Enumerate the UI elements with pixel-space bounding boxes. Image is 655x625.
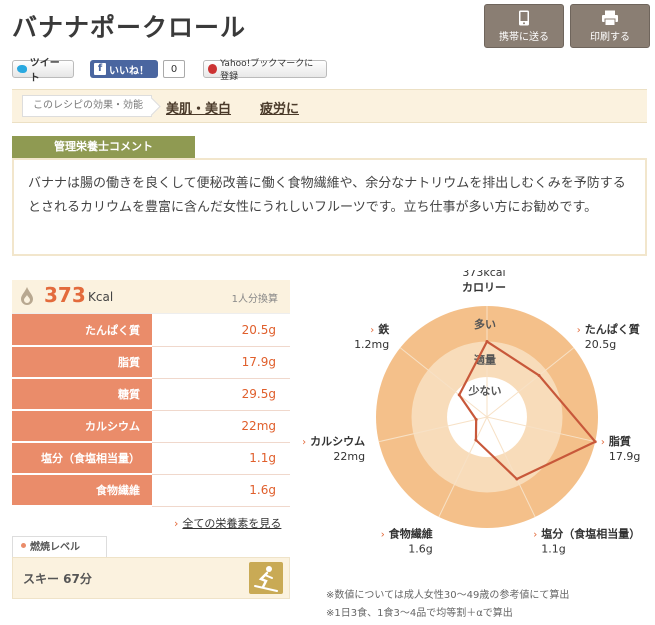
burn-level-tab: 燃焼レベル (12, 536, 107, 558)
radar-axis-value: カロリー (462, 281, 506, 294)
twitter-bird-icon (17, 65, 27, 73)
effect-link-skin[interactable]: 美肌・美白 (166, 98, 231, 117)
nutrient-value: 20.5g (152, 314, 290, 347)
radar-axis-label: 食物繊維 (389, 527, 433, 541)
serving-note: 1人分換算 (231, 294, 278, 305)
facebook-icon: f (94, 63, 106, 75)
printer-icon (602, 10, 618, 26)
chevron-right-icon: › (302, 437, 306, 448)
chevron-right-icon: › (577, 325, 581, 336)
facebook-like-button[interactable]: f いいね！ (90, 60, 158, 78)
send-to-mobile-button[interactable]: 携帯に送る (484, 4, 564, 48)
nutrient-name: 糖質 (12, 378, 152, 411)
footnote: ※数値については成人女性30〜49歳の参考値にて算出 (326, 590, 570, 601)
chevron-right-icon: › (601, 437, 605, 448)
radar-point (485, 340, 489, 344)
radar-axis-value: 1.6g (408, 543, 432, 556)
tweet-label: ツイート (29, 58, 60, 84)
chevron-right-icon: › (381, 530, 385, 541)
nutrient-name: 塩分（食塩相当量） (12, 442, 152, 475)
effects-label: このレシピの効果・効能 (22, 95, 152, 117)
burn-level-label: 燃焼レベル (30, 542, 80, 553)
table-row: たんぱく質 20.5g (12, 314, 290, 347)
radar-axis-label: 鉄 (378, 322, 390, 336)
radar-point (474, 417, 478, 421)
table-row: 食物繊維 1.6g (12, 474, 290, 507)
bullet-icon (21, 543, 26, 548)
send-to-mobile-label: 携帯に送る (499, 32, 549, 43)
burn-level-box: スキー 67分 (12, 557, 290, 599)
table-row: 塩分（食塩相当量） 1.1g (12, 442, 290, 475)
chevron-right-icon: › (370, 325, 374, 336)
calorie-header: 373 Kcal 1人分換算 (12, 280, 290, 314)
nutrient-value: 1.1g (152, 442, 290, 475)
ski-icon (249, 562, 283, 594)
nutrient-value: 17.9g (152, 346, 290, 379)
all-nutrients-link[interactable]: › 全ての栄養素を見る (174, 515, 281, 531)
chevron-right-icon: › (533, 530, 537, 541)
nutrient-value: 22mg (152, 410, 290, 443)
print-label: 印刷する (590, 32, 630, 43)
print-button[interactable]: 印刷する (570, 4, 650, 48)
calorie-value: 373 (44, 283, 86, 307)
radar-axis-label: カルシウム (310, 435, 365, 448)
radar-axis-value: 20.5g (585, 338, 616, 351)
nutrient-name: カルシウム (12, 410, 152, 443)
flame-drop-icon (21, 287, 33, 305)
table-row: カルシウム 22mg (12, 410, 290, 443)
radar-point (593, 440, 597, 444)
chevron-right-icon: › (174, 517, 179, 530)
effect-link-fatigue[interactable]: 疲労に (260, 98, 299, 117)
yahoo-bookmark-icon (208, 64, 218, 74)
footnote: ※1日3食、1食3〜4品で均等割＋αで算出 (326, 608, 513, 619)
radar-point (515, 477, 519, 481)
nutrient-value: 1.6g (152, 474, 290, 507)
like-count: 0 (163, 60, 185, 78)
nutrient-name: 食物繊維 (12, 474, 152, 507)
mobile-phone-icon (519, 10, 529, 26)
yahoo-bookmark-button[interactable]: Yahoo!ブックマークに登録 (203, 59, 327, 82)
effects-bar: このレシピの効果・効能 美肌・美白 疲労に (12, 89, 647, 123)
nutrition-radar-chart: 多い適量少ない373kcalカロリーたんぱく質20.5g›脂質17.9g›塩分（… (302, 270, 640, 556)
radar-axis-label: 塩分（食塩相当量） (541, 527, 640, 541)
yahoo-bookmark-label: Yahoo!ブックマークに登録 (220, 59, 314, 82)
radar-axis-value: 1.1g (541, 543, 565, 556)
dietitian-comment-tab: 管理栄養士コメント (12, 136, 195, 158)
radar-point (537, 373, 541, 377)
radar-point (457, 393, 461, 397)
all-nutrients-label: 全ての栄養素を見る (182, 517, 282, 530)
radar-point (474, 438, 478, 442)
radar-axis-label: 373kcal (462, 270, 505, 279)
radar-axis-value: 22mg (333, 450, 365, 463)
radar-axis-value: 17.9g (609, 450, 640, 463)
dietitian-comment-text: バナナは腸の働きを良くして便秘改善に働く食物繊維や、余分なナトリウムを排出しむく… (12, 158, 647, 256)
recipe-title: バナナポークロール (12, 13, 247, 42)
radar-axis-value: 1.2mg (354, 338, 389, 351)
nutrition-table: たんぱく質 20.5g 脂質 17.9g 糖質 29.5g カルシウム 22mg 塩分（… (12, 314, 290, 507)
nutrient-value: 29.5g (152, 378, 290, 411)
like-label: いいね！ (109, 65, 149, 77)
burn-level-text: スキー 67分 (23, 572, 92, 586)
nutrient-name: 脂質 (12, 346, 152, 379)
radar-axis-label: たんぱく質 (585, 322, 640, 336)
table-row: 脂質 17.9g (12, 346, 290, 379)
radar-axis-label: 脂質 (608, 434, 631, 448)
tweet-button[interactable]: ツイート (12, 58, 74, 84)
calorie-unit: Kcal (88, 290, 114, 304)
radar-level-label: 少ない (468, 383, 502, 397)
nutrient-name: たんぱく質 (12, 314, 152, 347)
table-row: 糖質 29.5g (12, 378, 290, 411)
radar-level-label: 多い (474, 317, 496, 331)
